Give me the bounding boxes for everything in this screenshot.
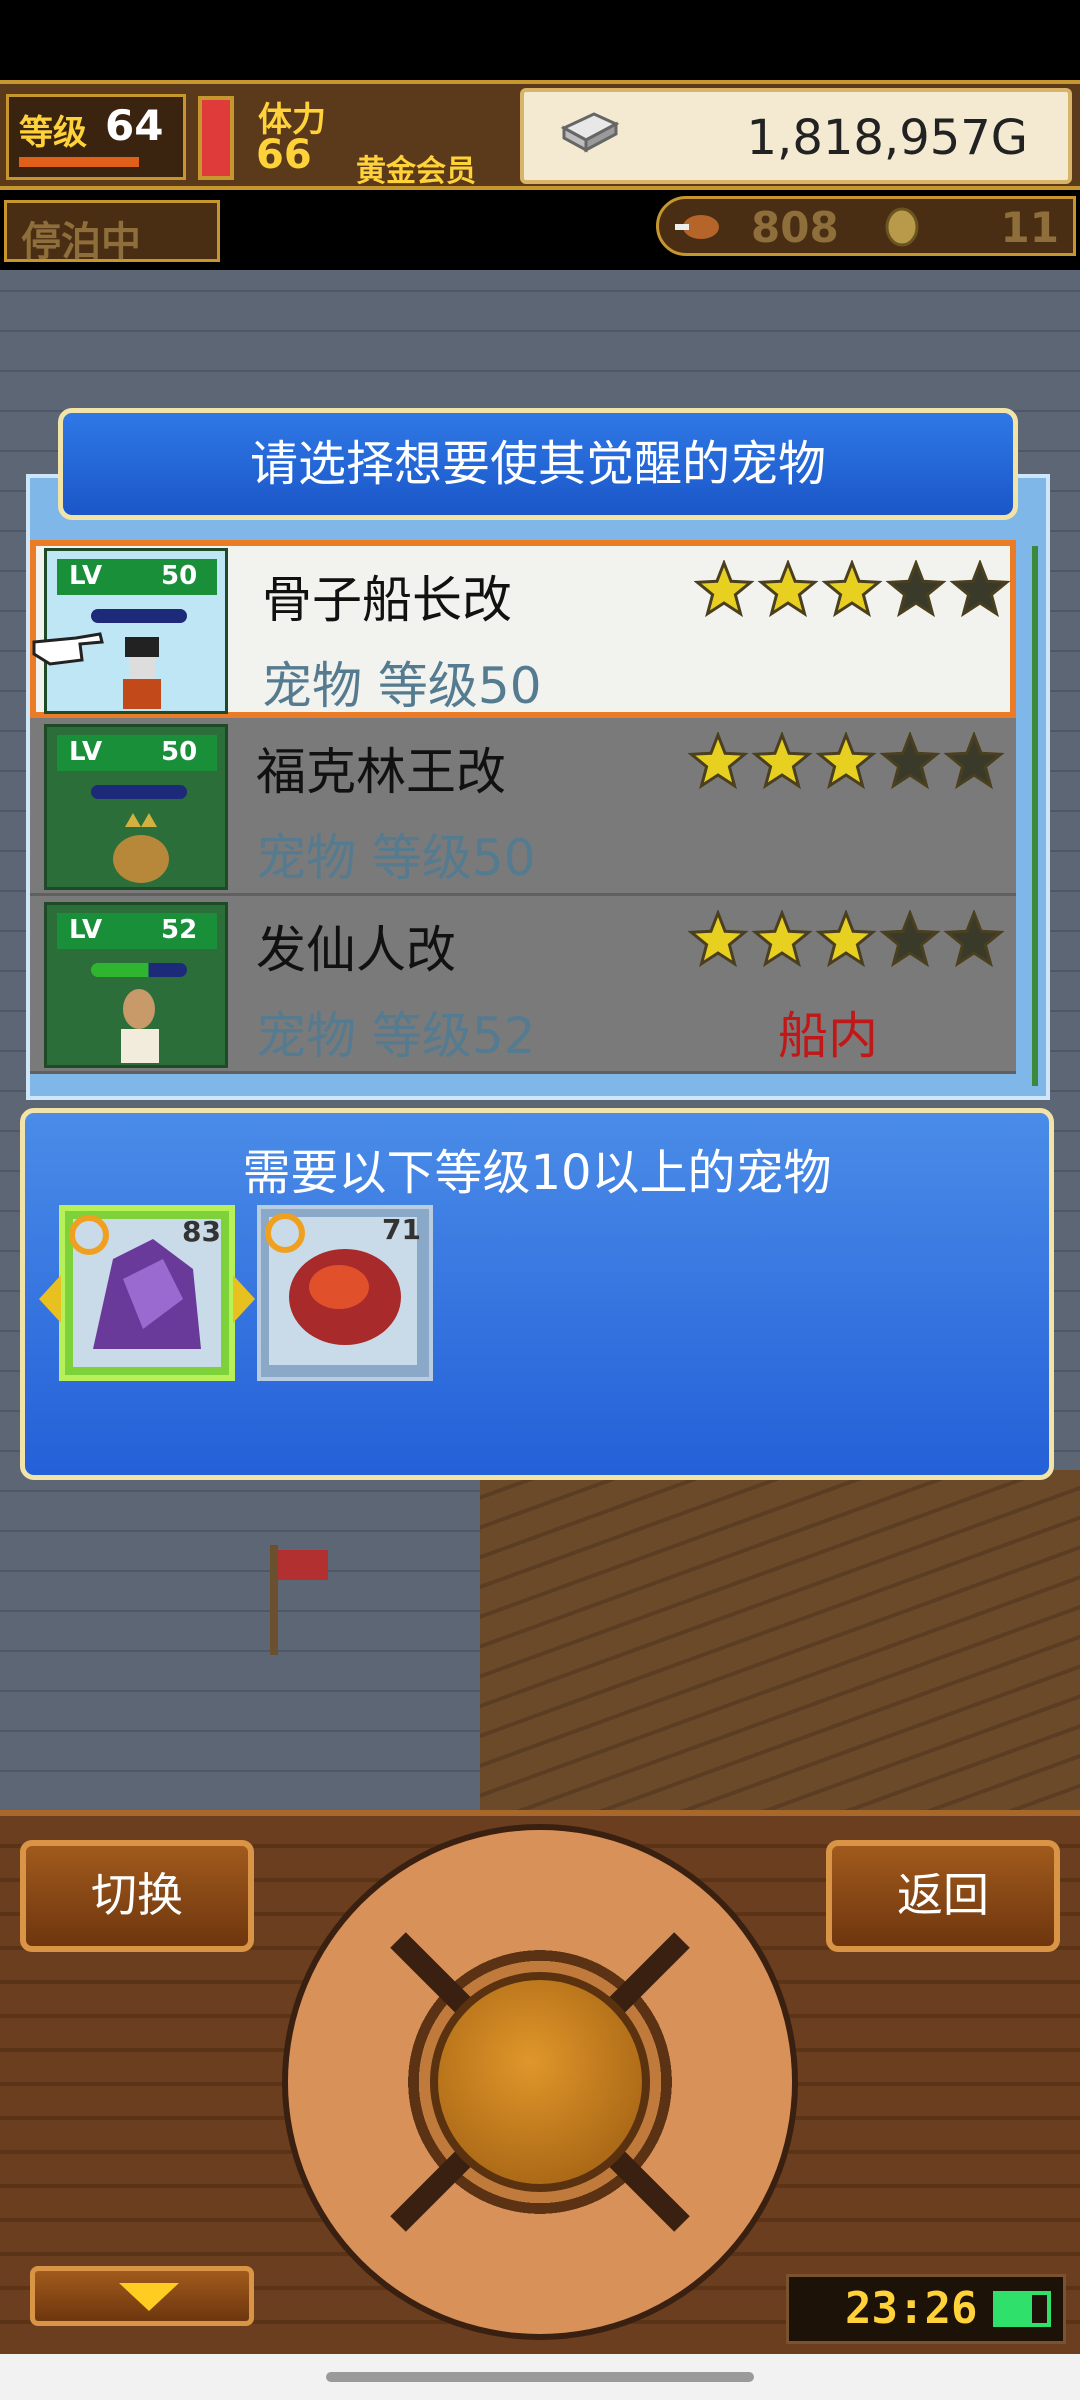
- scroll-down-button[interactable]: [30, 2266, 254, 2326]
- pet-name: 福克林王改: [256, 743, 506, 801]
- panel-title: 请选择想要使其觉醒的宠物: [249, 436, 826, 492]
- lv-label: LV: [69, 737, 103, 767]
- top-hud: 等级 64 体力 66 黄金会员 1,818,957G: [0, 80, 1080, 190]
- level-box: 等级 64: [6, 94, 186, 180]
- coin-icon: [885, 207, 919, 247]
- required-pet-slot-1[interactable]: 83: [39, 1205, 255, 1381]
- pet-portrait: LV 50: [44, 724, 228, 890]
- ship-deck: [480, 1470, 1080, 1810]
- stamina-gauge: [198, 96, 234, 180]
- star-empty-icon: [885, 560, 947, 618]
- prev-arrow-icon[interactable]: [39, 1275, 61, 1323]
- pet-level-tag: LV 52: [57, 913, 217, 949]
- down-arrow-icon: [119, 2283, 179, 2311]
- pet-name: 骨子船长改: [262, 571, 512, 629]
- star-filled-icon: [688, 910, 749, 968]
- exp-bar: [19, 157, 139, 167]
- required-pet-slot-2[interactable]: 71: [257, 1205, 433, 1381]
- pointing-hand-icon: [32, 632, 104, 666]
- slot-level: 83: [182, 1215, 221, 1248]
- member-badge: 黄金会员: [356, 154, 476, 189]
- pet-subtitle: 宠物 等级50: [256, 829, 536, 887]
- silver-bar-icon: [560, 112, 620, 153]
- pet-level-tag: LV 50: [57, 559, 217, 595]
- star-empty-icon: [879, 732, 941, 790]
- level-value: 64: [105, 101, 164, 150]
- requirement-panel: 需要以下等级10以上的宠物 83 71: [20, 1108, 1054, 1480]
- pet-row-1[interactable]: LV 50 骨子船长改 宠物 等级50: [30, 540, 1016, 718]
- lv-value: 52: [161, 915, 198, 945]
- star-filled-icon: [688, 732, 749, 790]
- rating-stars: [694, 560, 1011, 618]
- meat-icon: [675, 215, 719, 239]
- rating-stars: [688, 910, 1005, 968]
- battery-icon: [993, 2291, 1051, 2327]
- slot-level: 71: [382, 1213, 421, 1246]
- clock-display: 23:26: [786, 2274, 1066, 2344]
- pet-portrait: LV 52: [44, 902, 228, 1068]
- coin-value: 11: [1000, 203, 1059, 252]
- star-filled-icon: [815, 732, 877, 790]
- money-value: 1,818,957G: [746, 110, 1028, 166]
- pet-hp-bar: [91, 963, 187, 977]
- next-arrow-icon[interactable]: [233, 1275, 255, 1323]
- star-empty-icon: [879, 910, 941, 968]
- star-empty-icon: [949, 560, 1011, 618]
- lv-label: LV: [69, 915, 103, 945]
- money-display: 1,818,957G: [520, 88, 1072, 184]
- level-label: 等级: [19, 113, 87, 153]
- status-bar: [0, 0, 1080, 80]
- pet-list[interactable]: LV 50 骨子船长改 宠物 等级50 LV 50 福克林王改 宠物 等级50 …: [30, 540, 1030, 1086]
- panel-title-banner: 请选择想要使其觉醒的宠物: [58, 408, 1018, 520]
- hair-sage-sprite-icon: [121, 989, 159, 1063]
- pet-row-3[interactable]: LV 52 发仙人改 宠物 等级52 船内: [30, 896, 1016, 1074]
- flag-icon: [278, 1550, 328, 1580]
- pet-location: 船内: [778, 1007, 878, 1065]
- pet-level-tag: LV 50: [57, 735, 217, 771]
- list-scrollbar[interactable]: [1032, 546, 1038, 1086]
- resource-bar: 808 11: [656, 196, 1076, 256]
- pet-row-2[interactable]: LV 50 福克林王改 宠物 等级50: [30, 718, 1016, 896]
- king-sprite-icon: [113, 813, 169, 883]
- star-filled-icon: [821, 560, 883, 618]
- star-empty-icon: [943, 910, 1005, 968]
- ring-icon: [265, 1213, 305, 1253]
- star-filled-icon: [751, 732, 813, 790]
- lv-label: LV: [69, 561, 103, 591]
- ring-icon: [69, 1215, 109, 1255]
- lv-value: 50: [161, 737, 198, 767]
- pet-name: 发仙人改: [256, 921, 456, 979]
- requirement-text: 需要以下等级10以上的宠物: [242, 1145, 832, 1201]
- lv-value: 50: [161, 561, 198, 591]
- rating-stars: [688, 732, 1005, 790]
- star-empty-icon: [943, 732, 1005, 790]
- switch-button[interactable]: 切换: [20, 1840, 254, 1952]
- pet-hp-bar: [91, 785, 187, 799]
- star-filled-icon: [757, 560, 819, 618]
- clock-time: 23:26: [845, 2283, 978, 2334]
- flag-pole: [270, 1545, 278, 1655]
- star-filled-icon: [751, 910, 813, 968]
- star-filled-icon: [694, 560, 755, 618]
- stamina-value: 66: [256, 132, 312, 178]
- dock-status: 停泊中: [4, 200, 220, 265]
- anchor-status-label: 停泊中: [21, 219, 141, 265]
- navigation-bar: [0, 2354, 1080, 2400]
- back-button[interactable]: 返回: [826, 1840, 1060, 1952]
- food-value: 808: [751, 203, 839, 252]
- confirm-button[interactable]: [430, 1972, 650, 2192]
- star-filled-icon: [815, 910, 877, 968]
- pet-subtitle: 宠物 等级50: [262, 657, 542, 715]
- home-indicator[interactable]: [326, 2372, 754, 2382]
- pet-subtitle: 宠物 等级52: [256, 1007, 536, 1065]
